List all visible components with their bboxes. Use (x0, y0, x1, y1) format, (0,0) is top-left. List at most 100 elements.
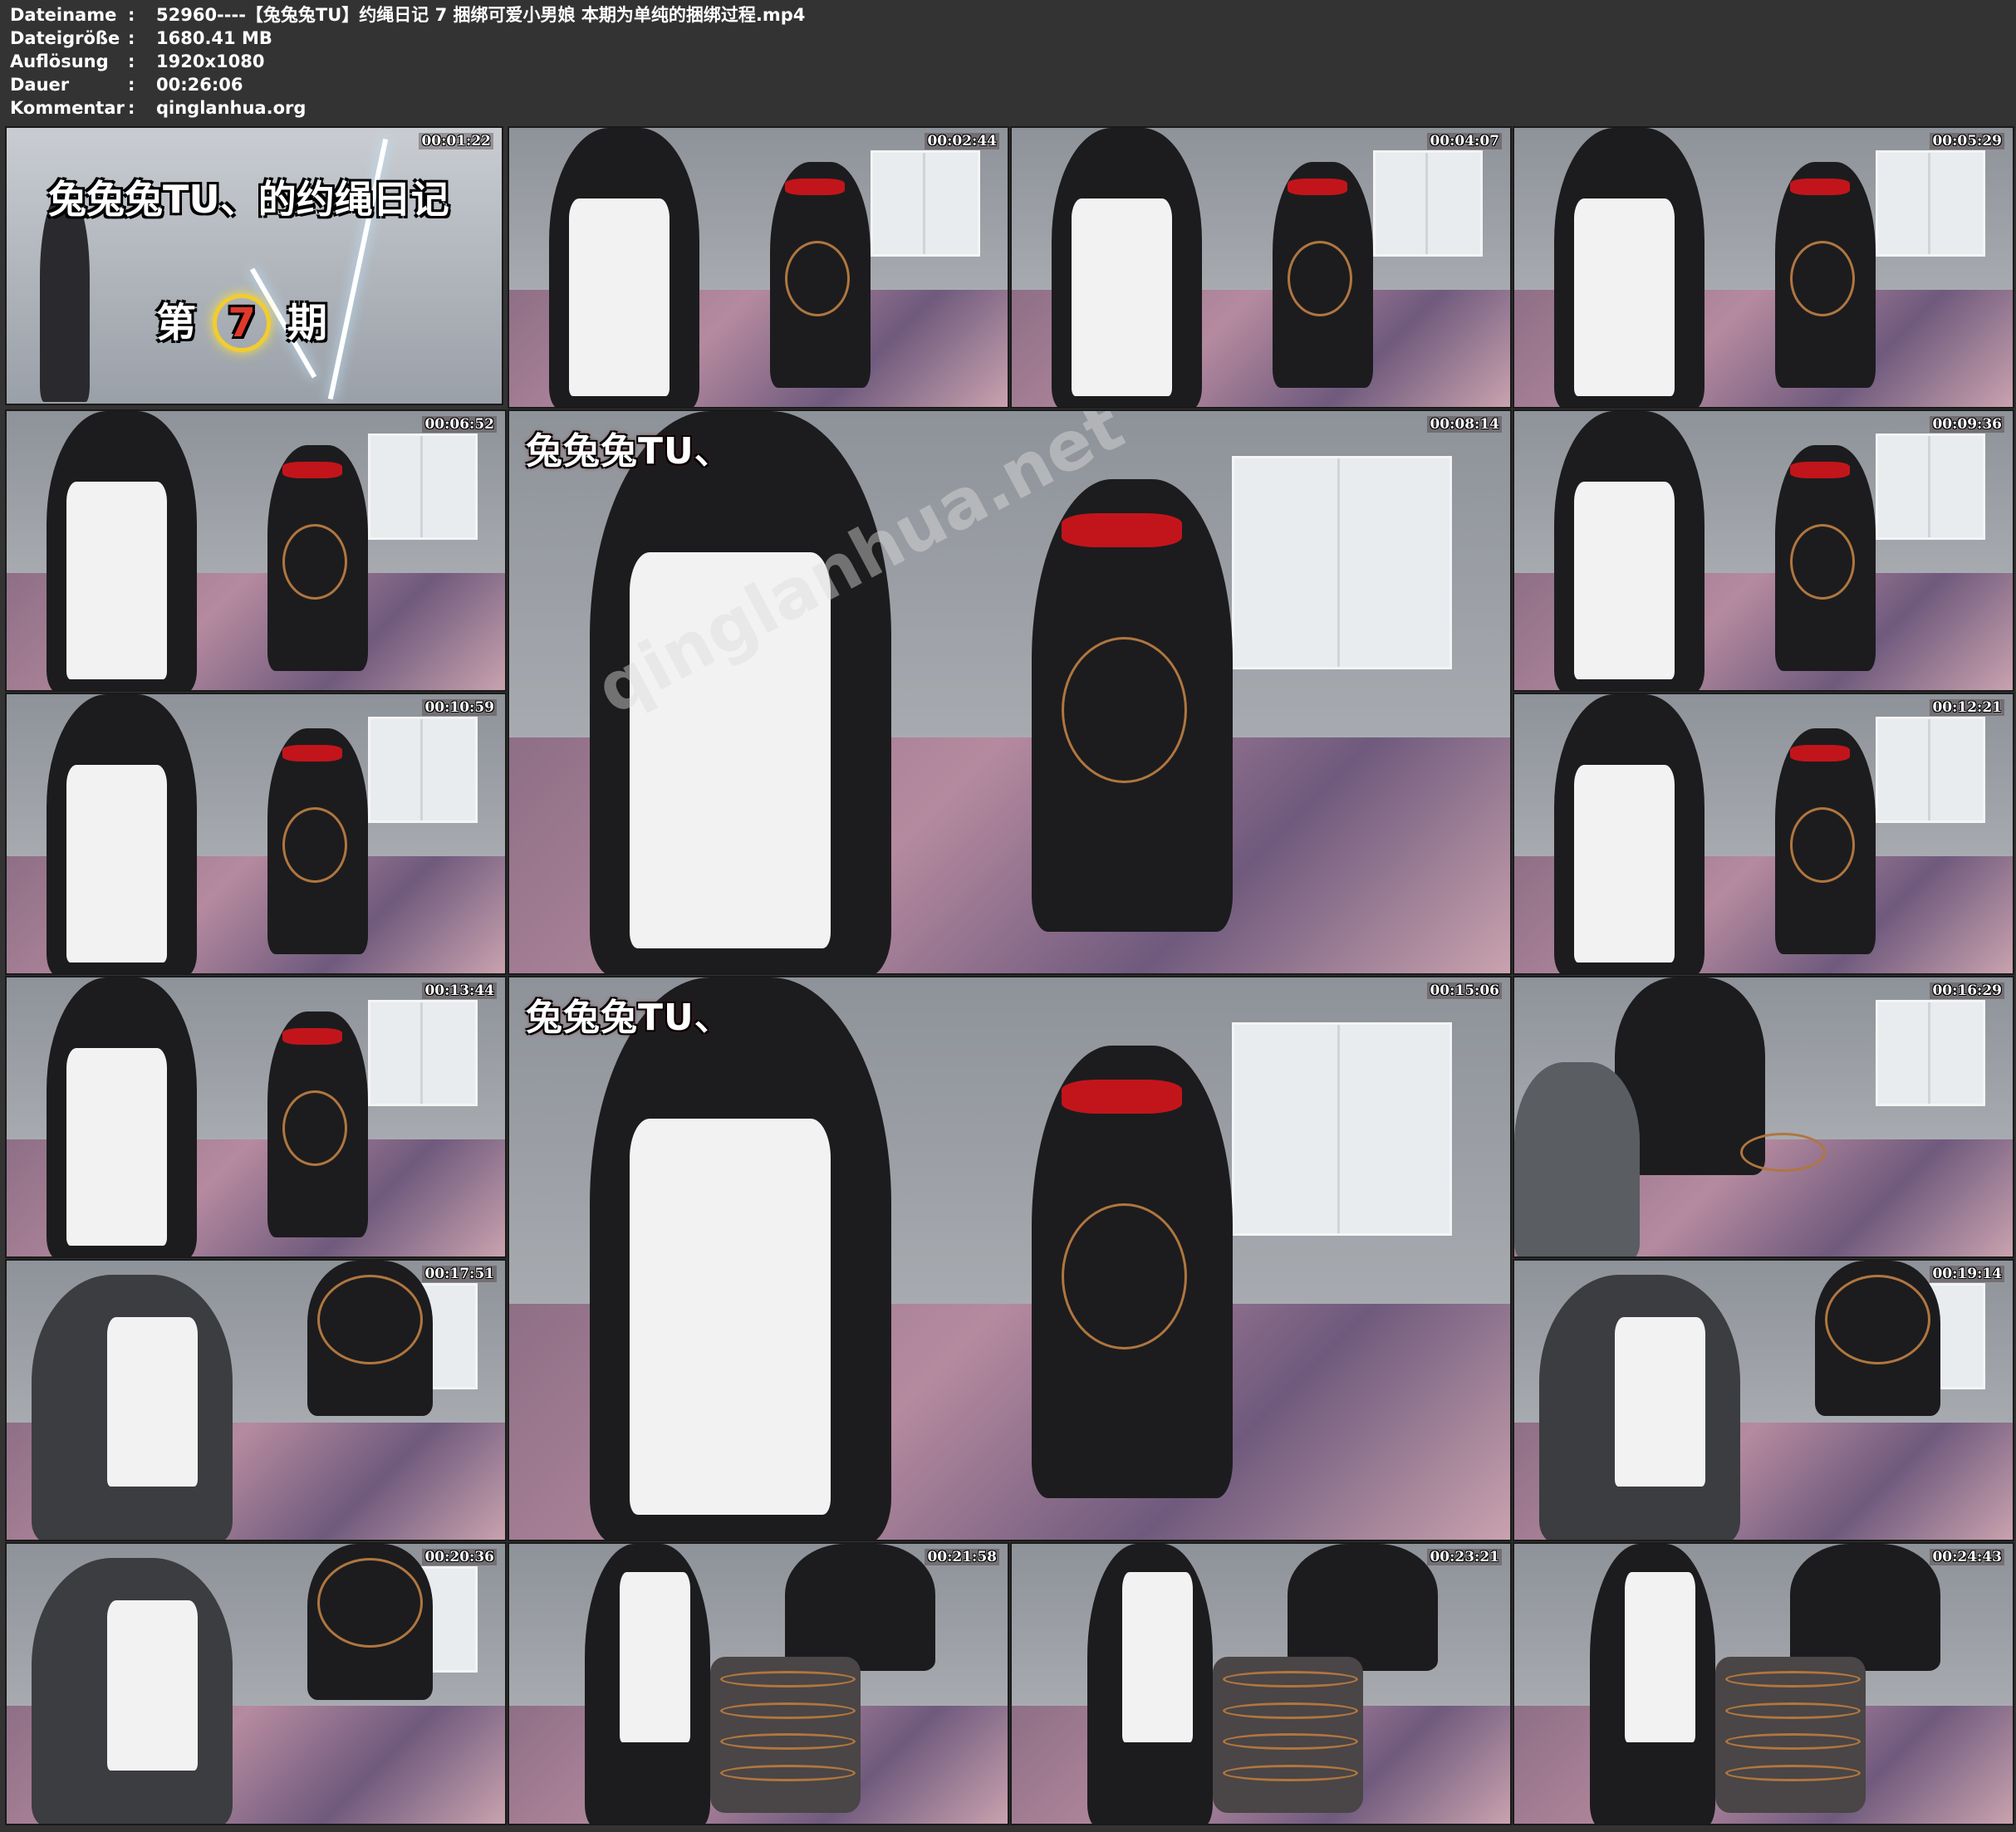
thumbnail-timestamp: 00:04:07 (1427, 133, 1502, 149)
white-apron (107, 1317, 198, 1487)
thumbnail-timestamp: 00:20:36 (422, 1549, 497, 1565)
red-blindfold (1062, 513, 1182, 547)
white-apron (569, 198, 670, 396)
rope-binding (317, 1558, 423, 1648)
window (1373, 149, 1483, 257)
rope-binding (1725, 1733, 1861, 1750)
thumbnail-t18[interactable]: 00:24:43 (1513, 1542, 2014, 1825)
thumbnail-title-card[interactable]: 兔兔兔TU、的约绳日记 第7期 00:01:22 (5, 126, 503, 405)
rope-binding (282, 1090, 347, 1166)
character-illustration (40, 194, 90, 402)
red-blindfold (785, 179, 845, 195)
info-value-filename: 52960----【兔兔兔TU】约绳日记 7 捆绑可爱小男娘 本期为单纯的捆绑过… (156, 5, 806, 25)
thumbnail-t03[interactable]: 00:04:07 (1010, 126, 1512, 409)
foreground-figure (1514, 1062, 1640, 1256)
thumbnail-t05[interactable]: 00:06:52 (5, 409, 507, 692)
thumbnail-t08[interactable]: 00:10:59 (5, 693, 507, 975)
thumbnail-t15[interactable]: 00:20:36 (5, 1542, 507, 1825)
file-info-header: Dateiname : 52960----【兔兔兔TU】约绳日记 7 捆绑可爱小… (10, 3, 805, 120)
window (1232, 456, 1453, 670)
rope-binding (1725, 1671, 1861, 1687)
thumbnail-scene (509, 128, 1008, 407)
rope-binding (720, 1765, 856, 1781)
white-apron (66, 482, 167, 679)
rope-coil (1740, 1133, 1826, 1172)
thumbnail-timestamp: 00:24:43 (1930, 1549, 2004, 1565)
thumbnail-scene (1514, 1261, 2013, 1540)
issue-suffix: 期 (287, 300, 328, 346)
rope-binding (1223, 1765, 1358, 1781)
rope-binding (1288, 241, 1352, 316)
rope-binding (1062, 637, 1187, 783)
window (1876, 999, 1985, 1106)
thumbnail-t16[interactable]: 00:21:58 (508, 1542, 1009, 1825)
red-blindfold (1790, 179, 1850, 195)
title-card-heading: 兔兔兔TU、的约绳日记 (48, 177, 449, 222)
seated-figure (1790, 1544, 1940, 1671)
thumbnail-timestamp: 00:23:21 (1427, 1549, 1502, 1565)
thumbnail-timestamp: 00:09:36 (1930, 416, 2004, 433)
rope-binding (720, 1671, 856, 1687)
thumbnail-t07[interactable]: 00:09:36 (1513, 409, 2014, 692)
thumbnail-scene (509, 977, 1510, 1540)
rope-binding (1790, 524, 1855, 600)
thumbnail-t11[interactable]: 兔兔兔TU、 00:15:06 (508, 976, 1512, 1541)
info-sep: : (128, 5, 135, 25)
thumbnail-scene (1514, 694, 2013, 973)
rope-binding (317, 1275, 423, 1364)
thumbnail-timestamp: 00:21:58 (925, 1549, 999, 1565)
window (1876, 149, 1985, 257)
thumbnail-timestamp: 00:12:21 (1930, 699, 2004, 716)
rope-binding (1725, 1765, 1861, 1781)
thumbnail-t02[interactable]: 00:02:44 (508, 126, 1009, 409)
rope-binding (1223, 1702, 1358, 1719)
rope-binding (1725, 1702, 1861, 1719)
thumbnail-scene (1012, 128, 1510, 407)
window (1876, 433, 1985, 540)
thumbnail-timestamp: 00:17:51 (422, 1266, 497, 1282)
red-blindfold (1790, 462, 1850, 478)
window (368, 433, 478, 540)
thumbnail-timestamp: 00:10:59 (422, 699, 497, 716)
info-sep: : (128, 51, 135, 71)
issue-number: 7 (213, 294, 272, 352)
thumbnail-t13[interactable]: 00:17:51 (5, 1259, 507, 1541)
thumbnail-timestamp: 00:19:14 (1930, 1266, 2004, 1282)
white-apron (1615, 1317, 1705, 1487)
thumbnail-scene (1012, 1544, 1510, 1824)
thumbnail-t09[interactable]: 00:12:21 (1513, 693, 2014, 975)
white-apron (1574, 198, 1675, 396)
thumbnail-t10[interactable]: 00:13:44 (5, 976, 507, 1258)
info-row-duration: Dauer : 00:26:06 (10, 73, 805, 96)
thumbnail-scene (7, 977, 505, 1256)
rope-binding (1062, 1203, 1187, 1350)
window (368, 716, 478, 823)
rope-binding (785, 241, 850, 316)
rope-binding (720, 1702, 856, 1719)
info-value-duration: 00:26:06 (156, 75, 243, 95)
white-apron (620, 1572, 690, 1742)
white-apron (1625, 1572, 1695, 1742)
red-blindfold (1062, 1080, 1182, 1114)
thumbnail-t12[interactable]: 00:16:29 (1513, 976, 2014, 1258)
thumbnail-t17[interactable]: 00:23:21 (1010, 1542, 1512, 1825)
white-apron (1574, 482, 1675, 679)
white-apron (66, 765, 167, 963)
thumbnail-t04[interactable]: 00:05:29 (1513, 126, 2014, 409)
window (871, 149, 980, 257)
white-apron (1122, 1572, 1193, 1742)
thumbnail-timestamp: 00:13:44 (422, 982, 497, 999)
white-apron (107, 1600, 198, 1771)
channel-logo: 兔兔兔TU、 (526, 430, 732, 473)
thumbnail-scene (7, 694, 505, 973)
thumbnail-t14[interactable]: 00:19:14 (1513, 1259, 2014, 1541)
thumbnail-scene (7, 1544, 505, 1824)
thumbnail-t06[interactable]: 兔兔兔TU、 00:08:14 qinglanhua.net (508, 409, 1512, 975)
info-sep: : (128, 75, 135, 95)
info-key: Dateiname (10, 5, 117, 25)
info-value-resolution: 1920x1080 (156, 51, 265, 71)
rope-binding (720, 1733, 856, 1750)
info-row-comment: Kommentar : qinglanhua.org (10, 96, 805, 120)
info-row-resolution: Auflösung : 1920x1080 (10, 50, 805, 73)
white-apron (1072, 198, 1172, 396)
